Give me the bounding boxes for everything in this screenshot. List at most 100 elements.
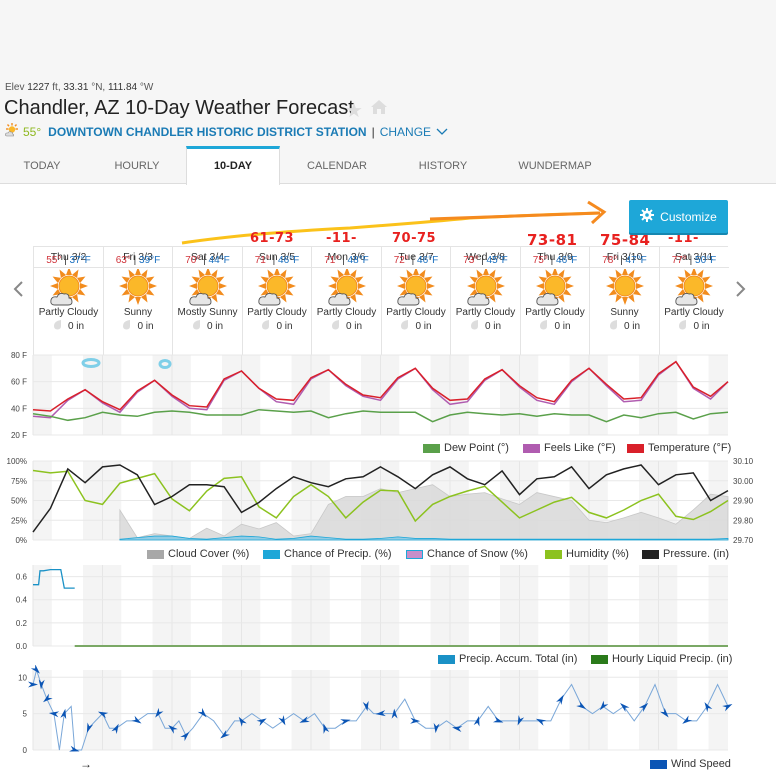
partly-cloudy-icon	[49, 267, 89, 307]
night-band	[639, 565, 659, 646]
previous-days-arrow[interactable]	[12, 278, 24, 304]
night-band	[172, 565, 191, 646]
tab-10-day[interactable]: 10-DAY	[186, 146, 280, 185]
high-temp: 55°	[46, 255, 62, 266]
night-band	[311, 565, 330, 646]
wind-direction-arrow-icon: →	[80, 757, 92, 771]
tab-calendar[interactable]: CALENDAR	[292, 146, 382, 184]
night-band	[152, 565, 172, 646]
high-temp: 71°	[324, 255, 340, 266]
tab-history[interactable]: HISTORY	[400, 146, 486, 184]
annotation-sun: 61-73	[250, 231, 295, 246]
legend-temperature[interactable]: Temperature (°F)	[627, 442, 731, 454]
condition-text: Partly Cloudy	[247, 307, 307, 318]
station-name-link[interactable]: DOWNTOWN CHANDLER HISTORIC DISTRICT STAT…	[48, 125, 366, 139]
chevron-down-icon[interactable]	[436, 125, 448, 139]
location-header: Elev 1227 ft, 33.31 °N, 111.84 °W Chandl…	[0, 78, 776, 146]
day-hi-lo: 77° | 50°F	[671, 255, 717, 266]
low-temp: 46°F	[278, 255, 300, 266]
night-band	[102, 355, 122, 435]
legend-chance-snow[interactable]: Chance of Snow (%)	[406, 548, 528, 560]
day-forecast-2[interactable]: Sat 3/4 70° | 44°F Mostly Sunny 0 in	[172, 247, 242, 360]
legend-humidity[interactable]: Humidity (%)	[545, 548, 629, 560]
elevation-coordinates: Elev 1227 ft, 33.31 °N, 111.84 °W	[5, 82, 154, 93]
home-icon[interactable]	[370, 99, 388, 120]
night-band	[569, 565, 589, 646]
day-hi-lo: 71° | 46°F	[254, 255, 300, 266]
night-band	[500, 565, 520, 646]
raindrop-icon	[122, 320, 131, 333]
night-band	[569, 670, 589, 750]
night-band	[658, 565, 678, 646]
legend-pressure[interactable]: Pressure. (in)	[642, 548, 729, 560]
y-tick-label: 100%	[7, 457, 27, 466]
night-band	[172, 670, 191, 750]
legend-swatch	[263, 549, 280, 559]
tab-today[interactable]: TODAY	[0, 146, 84, 184]
next-days-arrow[interactable]	[735, 278, 747, 304]
condition-text: Partly Cloudy	[455, 307, 516, 318]
night-band	[152, 670, 172, 750]
high-temp: 77°	[671, 255, 687, 266]
annotation-mon: -11-	[326, 231, 357, 246]
partly-cloudy-icon	[327, 267, 367, 307]
day-forecast-8[interactable]: Fri 3/10 78° | 47°F Sunny 0 in	[589, 247, 659, 360]
legend-dew-point[interactable]: Dew Point (°)	[423, 442, 509, 454]
condition-text: Sunny	[123, 307, 153, 318]
night-band	[222, 565, 242, 646]
night-band	[708, 565, 728, 646]
raindrop-icon	[261, 320, 270, 333]
legend-swatch	[650, 759, 667, 769]
low-temp: 37°F	[69, 255, 91, 266]
legend-hourly-precip[interactable]: Hourly Liquid Precip. (in)	[591, 653, 732, 665]
day-forecast-0[interactable]: Thu 3/2 55° | 37°F Partly Cloudy 0 in	[33, 247, 103, 360]
night-band	[83, 565, 103, 646]
night-band	[519, 670, 539, 750]
tab-hourly[interactable]: HOURLY	[94, 146, 180, 184]
legend-wind-speed[interactable]: Wind Speed	[650, 758, 731, 770]
day-hi-lo: 72° | 46°F	[393, 255, 439, 266]
high-temp: 72°	[393, 255, 409, 266]
raindrop-icon	[192, 320, 201, 333]
legend-chance-precip[interactable]: Chance of Precip. (%)	[263, 548, 392, 560]
customize-button[interactable]: Customize	[629, 200, 728, 233]
y-tick-label: 50%	[11, 497, 27, 506]
legend-swatch	[591, 654, 608, 664]
y-tick-label: 0%	[15, 536, 27, 545]
legend-precip-accum[interactable]: Precip. Accum. Total (in)	[438, 653, 577, 665]
day-forecast-6[interactable]: Wed 3/8 73° | 45°F Partly Cloudy 0 in	[450, 247, 520, 360]
legend-swatch	[523, 443, 540, 453]
condition-text: Sunny	[610, 307, 639, 318]
day-forecast-4[interactable]: Mon 3/6 71° | 48°F Partly Cloudy 0 in	[311, 247, 381, 360]
latitude-value: 33.31	[63, 82, 89, 93]
y-tick-label: 80 F	[11, 351, 27, 360]
day-forecast-1[interactable]: Fri 3/3 63° | 39°F Sunny 0 in	[102, 247, 173, 360]
legend-feels-like[interactable]: Feels Like (°F)	[523, 442, 616, 454]
star-icon[interactable]: ★	[345, 98, 363, 123]
day-forecast-9[interactable]: Sat 3/11 77° | 50°F Partly Cloudy 0 in	[658, 247, 729, 360]
tab-wundermap[interactable]: WUNDERMAP	[510, 146, 600, 184]
precip-amount: 0 in	[173, 320, 242, 333]
day-forecast-5[interactable]: Tue 3/7 72° | 46°F Partly Cloudy 0 in	[380, 247, 451, 360]
partly-cloudy-icon	[4, 123, 20, 140]
condition-text: Partly Cloudy	[525, 307, 585, 318]
day-hi-lo: 75° | 46°F	[532, 255, 578, 266]
change-station-button[interactable]: CHANGE	[380, 125, 431, 139]
night-band	[33, 355, 52, 435]
high-temp: 75°	[532, 255, 548, 266]
legend-cloud-cover[interactable]: Cloud Cover (%)	[147, 548, 249, 560]
low-temp: 48°F	[347, 255, 369, 266]
y-tick-label: 25%	[11, 516, 27, 525]
day-forecast-7[interactable]: Thu 3/9 75° | 46°F Partly Cloudy 0 in	[519, 247, 590, 360]
night-band	[241, 355, 261, 435]
night-band	[430, 355, 450, 435]
day-forecast-3[interactable]: Sun 3/5 71° | 46°F Partly Cloudy 0 in	[241, 247, 312, 360]
precip-amount: 0 in	[590, 320, 659, 333]
sunny-icon	[605, 267, 645, 307]
raindrop-icon	[470, 320, 479, 333]
y-tick-label: 29.80	[733, 516, 754, 525]
precip-amount: 0 in	[660, 320, 729, 333]
night-band	[450, 355, 469, 435]
night-band	[658, 670, 678, 750]
current-temperature: 55°	[23, 124, 42, 139]
